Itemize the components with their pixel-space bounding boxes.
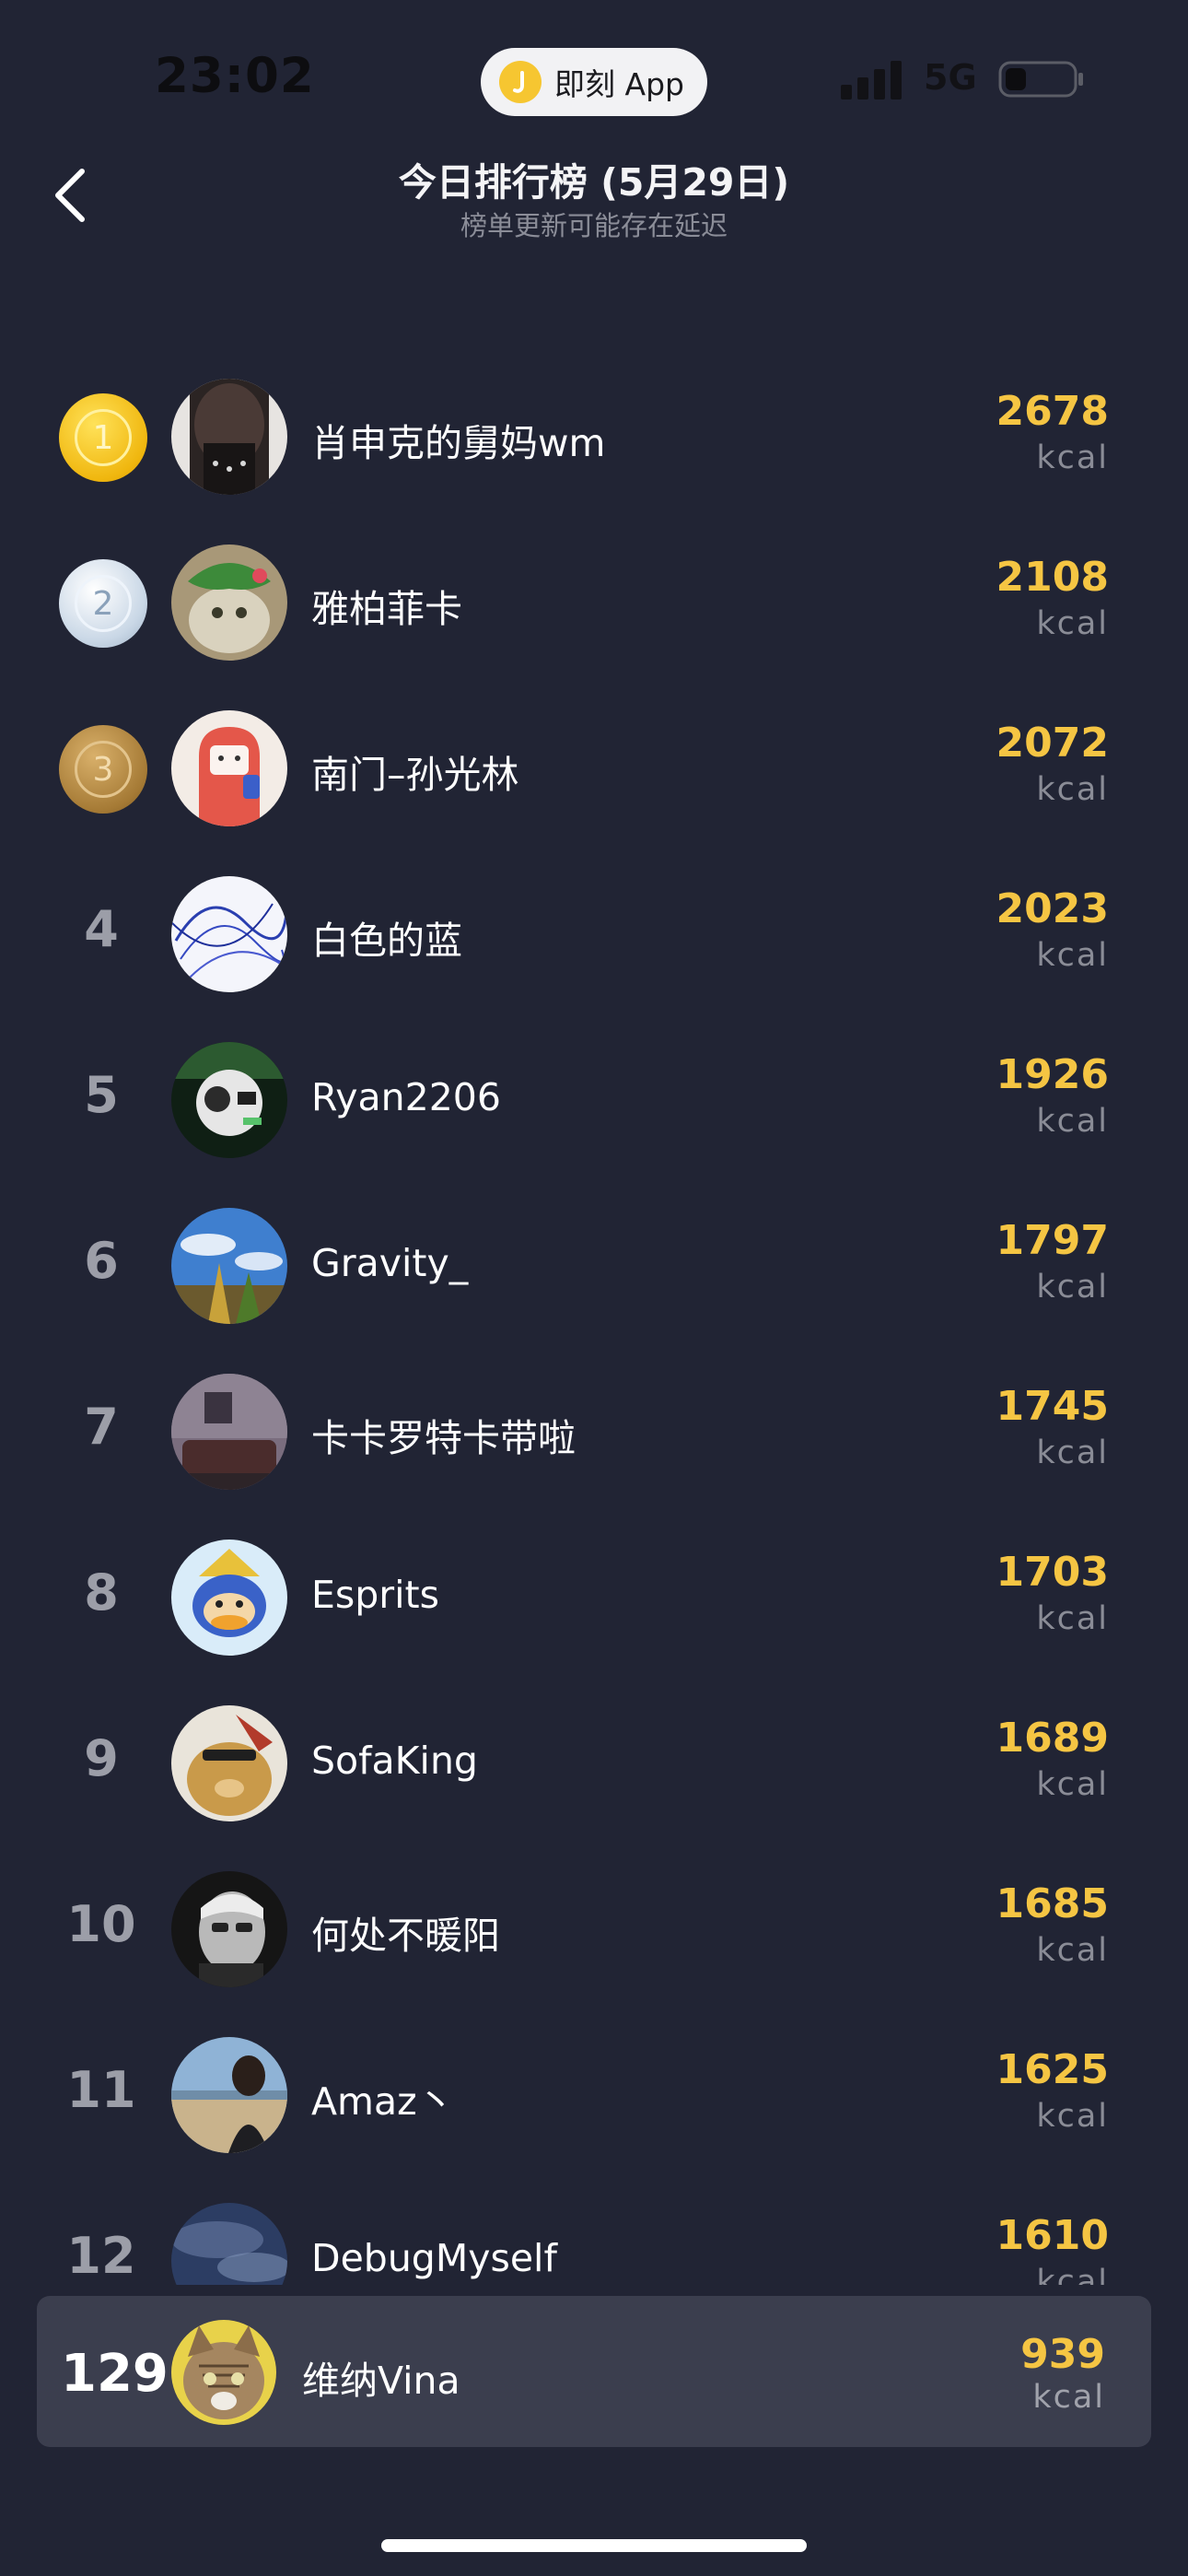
rank-number: 5 [84,1066,119,1124]
rank-number: 10 [66,1895,136,1953]
ranking-row[interactable]: 9 SofaKing 1689 kcal [0,1681,1188,1829]
my-calorie-score: 939 [1020,2331,1105,2378]
calorie-score: 2023 [996,885,1109,932]
calorie-score: 1745 [996,1383,1109,1430]
user-name[interactable]: Gravity_ [311,1241,468,1285]
user-name[interactable]: 何处不暖阳 [311,1904,500,1960]
ranking-row[interactable]: 11 Amaz丶 1625 kcal [0,2013,1188,2160]
rank-number: 8 [84,1563,119,1622]
calorie-score: 1689 [996,1715,1109,1762]
calorie-score: 1685 [996,1880,1109,1927]
avatar[interactable] [171,1871,287,1987]
calorie-score: 1703 [996,1549,1109,1596]
user-name[interactable]: Amaz丶 [311,2070,455,2125]
rank-number: 4 [84,900,119,958]
my-user-name: 维纳Vina [302,2359,460,2403]
user-name[interactable]: DebugMyself [311,2236,557,2280]
medal-rank: 3 [75,741,132,798]
ranking-row[interactable]: 7 卡卡罗特卡带啦 1745 kcal [0,1350,1188,1497]
rank-number: 7 [84,1398,119,1456]
calorie-score: 1797 [996,1217,1109,1264]
bronze-medal-icon: 3 [59,725,147,814]
user-name[interactable]: 卡卡罗特卡带啦 [311,1407,576,1462]
calorie-score: 1625 [996,2046,1109,2093]
calorie-score: 2072 [996,720,1109,767]
ranking-row[interactable]: 3 南门–孙光林 2072 kcal [0,686,1188,834]
avatar[interactable] [171,1374,287,1490]
user-name[interactable]: Ryan2206 [311,1075,501,1119]
calorie-unit: kcal [1036,1932,1109,1969]
my-avatar[interactable] [171,2320,276,2425]
calorie-unit: kcal [1036,1766,1109,1803]
rank-number: 9 [84,1729,119,1787]
medal-rank: 1 [75,409,132,466]
avatar[interactable] [171,2203,287,2285]
ranking-row[interactable]: 6 Gravity_ 1797 kcal [0,1184,1188,1331]
calorie-unit: kcal [1036,1103,1109,1140]
avatar[interactable] [171,1540,287,1656]
rank-number: 12 [66,2227,136,2285]
avatar[interactable] [171,876,287,992]
my-rank-number: 129 [61,2344,169,2404]
ranking-row[interactable]: 10 何处不暖阳 1685 kcal [0,1847,1188,1995]
rank-number: 6 [84,1232,119,1290]
calorie-unit: kcal [1036,2098,1109,2135]
home-indicator[interactable] [381,2539,807,2552]
user-name[interactable]: 雅柏菲卡 [311,578,462,633]
calorie-score: 1926 [996,1051,1109,1098]
calorie-score: 2678 [996,388,1109,435]
user-name[interactable]: SofaKing [311,1739,478,1783]
avatar[interactable] [171,1208,287,1324]
avatar[interactable] [171,710,287,826]
calorie-unit: kcal [1036,1434,1109,1471]
medal-rank: 2 [75,575,132,632]
user-name[interactable]: Esprits [311,1573,439,1617]
avatar[interactable] [171,1705,287,1821]
silver-medal-icon: 2 [59,559,147,648]
rank-number: 11 [66,2061,136,2119]
calorie-score: 1610 [996,2212,1109,2259]
calorie-unit: kcal [1036,771,1109,808]
ranking-row[interactable]: 2 雅柏菲卡 2108 kcal [0,521,1188,668]
avatar[interactable] [171,2037,287,2153]
ranking-row[interactable]: 8 Esprits 1703 kcal [0,1516,1188,1663]
gold-medal-icon: 1 [59,393,147,482]
user-name[interactable]: 肖申克的舅妈wm [311,412,605,467]
calorie-unit: kcal [1036,439,1109,476]
calorie-unit: kcal [1036,2264,1109,2285]
avatar[interactable] [171,1042,287,1158]
calorie-unit: kcal [1036,937,1109,974]
ranking-row[interactable]: 4 白色的蓝 2023 kcal [0,852,1188,1000]
ranking-row[interactable]: 12 DebugMyself 1610 kcal [0,2179,1188,2285]
my-calorie-unit: kcal [1032,2379,1105,2416]
calorie-unit: kcal [1036,605,1109,642]
calorie-unit: kcal [1036,1600,1109,1637]
avatar[interactable] [171,544,287,661]
user-name[interactable]: 南门–孙光林 [311,744,519,799]
avatar[interactable] [171,379,287,495]
my-ranking-row[interactable]: 129 维纳Vina 939 kcal [37,2296,1151,2447]
user-name[interactable]: 白色的蓝 [311,909,462,965]
ranking-row[interactable]: 1 肖申克的舅妈wm 2678 kcal [0,355,1188,502]
ranking-row[interactable]: 5 Ryan2206 1926 kcal [0,1018,1188,1165]
calorie-score: 2108 [996,554,1109,601]
ranking-list[interactable]: 1 肖申克的舅妈wm 2678 kcal 2 雅柏菲卡 2108 kcal 3 … [0,0,1188,2285]
calorie-unit: kcal [1036,1269,1109,1306]
